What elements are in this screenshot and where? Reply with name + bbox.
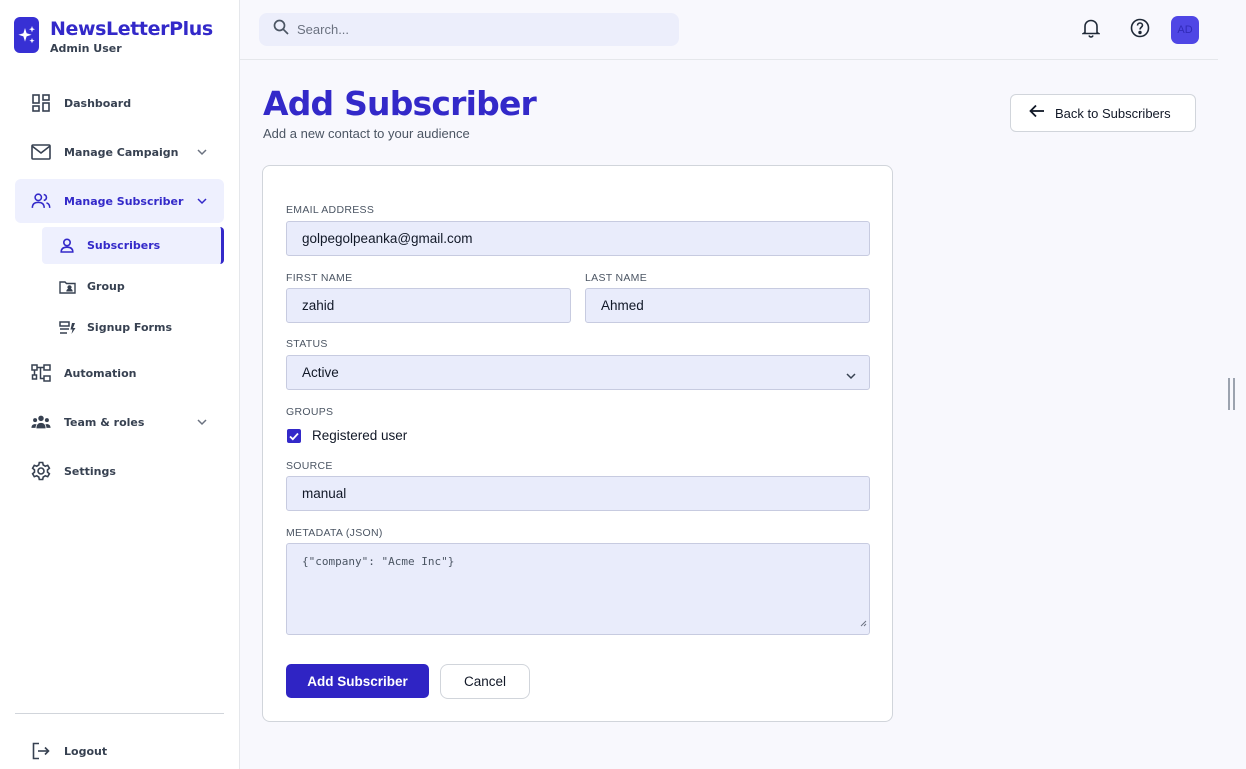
- sidebar-subitem-subscribers[interactable]: Subscribers: [42, 227, 224, 264]
- sidebar-item-label: Team & roles: [64, 415, 145, 429]
- sidebar-subitem-label: Subscribers: [87, 239, 161, 252]
- sidebar: NewsLetterPlus Admin User Dashboard Mana…: [0, 0, 240, 769]
- back-button-label: Back to Subscribers: [1055, 105, 1171, 121]
- registered-user-label[interactable]: Registered user: [312, 428, 407, 443]
- help-icon[interactable]: [1129, 17, 1151, 39]
- add-subscriber-button[interactable]: Add Subscriber: [286, 664, 429, 698]
- first-name-label: FIRST NAME: [286, 272, 353, 284]
- last-name-input[interactable]: [601, 298, 869, 313]
- sidebar-item-label: Manage Campaign: [64, 145, 179, 159]
- sparkle-logo-icon: [14, 17, 39, 53]
- sidebar-item-label: Automation: [64, 366, 137, 380]
- page-title: Add Subscriber: [263, 84, 537, 123]
- add-subscriber-form: EMAIL ADDRESS FIRST NAME LAST NAME STATU…: [262, 165, 893, 722]
- users-icon: [31, 191, 51, 211]
- sidebar-subitem-label: Group: [87, 280, 125, 293]
- gear-icon: [31, 461, 51, 481]
- back-to-subscribers-button[interactable]: Back to Subscribers: [1010, 94, 1196, 132]
- first-name-field[interactable]: [286, 288, 571, 323]
- logout-button[interactable]: Logout: [15, 729, 224, 769]
- team-icon: [31, 412, 51, 432]
- chevron-down-icon: [196, 415, 208, 433]
- sidebar-item-dashboard[interactable]: Dashboard: [15, 81, 224, 125]
- avatar[interactable]: AD: [1171, 16, 1199, 44]
- registered-user-checkbox[interactable]: [287, 429, 301, 443]
- search-input[interactable]: [297, 22, 657, 37]
- form-icon: [58, 319, 76, 337]
- sidebar-subitem-label: Signup Forms: [87, 321, 172, 334]
- sidebar-item-automation[interactable]: Automation: [15, 351, 224, 395]
- arrow-left-icon: [1029, 104, 1045, 123]
- sidebar-divider: [15, 713, 224, 714]
- sidebar-item-label: Dashboard: [64, 96, 132, 110]
- chevron-down-icon: [845, 368, 857, 386]
- status-select[interactable]: Active: [286, 355, 870, 390]
- scrollbar-handle[interactable]: [1228, 378, 1235, 410]
- metadata-field[interactable]: [286, 543, 870, 635]
- user-icon: [58, 237, 76, 255]
- cancel-button[interactable]: Cancel: [440, 664, 530, 699]
- brand[interactable]: NewsLetterPlus Admin User: [14, 17, 213, 56]
- email-label: EMAIL ADDRESS: [286, 204, 375, 216]
- topbar: AD: [240, 0, 1218, 60]
- page-subtitle: Add a new contact to your audience: [263, 126, 470, 141]
- source-input[interactable]: [302, 486, 869, 501]
- notification-bell-icon[interactable]: [1080, 17, 1102, 39]
- status-label: STATUS: [286, 338, 328, 350]
- dashboard-icon: [31, 93, 51, 113]
- sidebar-item-label: Settings: [64, 464, 116, 478]
- first-name-input[interactable]: [302, 298, 570, 313]
- resize-grip-icon[interactable]: [860, 614, 867, 632]
- sidebar-subitem-group[interactable]: Group: [42, 268, 224, 305]
- source-label: SOURCE: [286, 460, 333, 472]
- sidebar-item-team-roles[interactable]: Team & roles: [15, 400, 224, 444]
- status-selected-value: Active: [302, 365, 339, 380]
- workflow-icon: [31, 363, 51, 383]
- brand-user-role: Admin User: [50, 42, 122, 55]
- email-input[interactable]: [302, 231, 869, 246]
- sidebar-item-settings[interactable]: Settings: [15, 449, 224, 493]
- search-icon: [273, 19, 289, 40]
- search-bar[interactable]: [259, 13, 679, 46]
- chevron-down-icon: [196, 194, 208, 212]
- groups-label: GROUPS: [286, 406, 334, 418]
- sidebar-item-label: Manage Subscriber: [64, 194, 184, 208]
- logout-label: Logout: [64, 744, 108, 758]
- logout-icon: [31, 741, 51, 761]
- last-name-label: LAST NAME: [585, 272, 648, 284]
- brand-name: NewsLetterPlus: [50, 18, 213, 40]
- folder-user-icon: [58, 278, 76, 296]
- last-name-field[interactable]: [585, 288, 870, 323]
- mail-icon: [31, 142, 51, 162]
- sidebar-item-manage-campaign[interactable]: Manage Campaign: [15, 130, 224, 174]
- source-field[interactable]: [286, 476, 870, 511]
- sidebar-item-manage-subscriber[interactable]: Manage Subscriber: [15, 179, 224, 223]
- chevron-down-icon: [196, 145, 208, 163]
- sidebar-subitem-signup-forms[interactable]: Signup Forms: [42, 309, 224, 346]
- metadata-textarea[interactable]: [287, 544, 869, 634]
- metadata-label: METADATA (JSON): [286, 527, 383, 539]
- email-field[interactable]: [286, 221, 870, 256]
